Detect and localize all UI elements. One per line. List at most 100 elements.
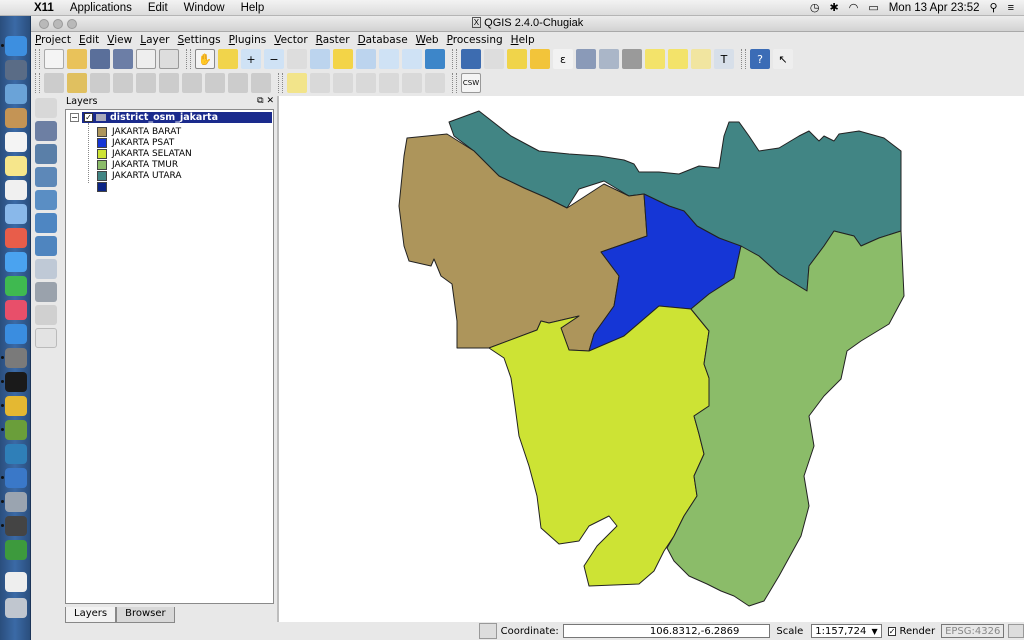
system-preferences-icon[interactable] bbox=[5, 348, 27, 368]
tab-browser[interactable]: Browser bbox=[116, 607, 175, 623]
map-canvas[interactable] bbox=[277, 96, 1024, 622]
identify-icon[interactable] bbox=[461, 49, 481, 69]
refresh-icon[interactable] bbox=[425, 49, 445, 69]
layer-labeling-icon[interactable] bbox=[287, 73, 307, 93]
menu-database[interactable]: Database bbox=[354, 34, 412, 46]
map-tips-icon[interactable] bbox=[645, 49, 665, 69]
add-feature-icon[interactable] bbox=[113, 73, 133, 93]
terminal-icon[interactable] bbox=[5, 372, 27, 392]
add-postgis-layer-icon[interactable] bbox=[35, 144, 57, 164]
quicktime-icon[interactable] bbox=[5, 444, 27, 464]
photos-icon[interactable] bbox=[5, 228, 27, 248]
tab-layers[interactable]: Layers bbox=[65, 607, 117, 623]
notes-icon[interactable] bbox=[5, 156, 27, 176]
toggle-extents-icon[interactable] bbox=[479, 623, 497, 639]
mac-menu-applications[interactable]: Applications bbox=[62, 2, 140, 14]
save-layer-edits-icon[interactable] bbox=[90, 73, 110, 93]
photo-booth-icon[interactable] bbox=[5, 204, 27, 224]
clock[interactable]: Mon 13 Apr 23:52 bbox=[889, 2, 980, 14]
documents-icon[interactable] bbox=[5, 572, 27, 592]
pan-map-icon[interactable]: ✋ bbox=[195, 49, 215, 69]
zoom-full-icon[interactable] bbox=[310, 49, 330, 69]
photo-app-icon[interactable] bbox=[5, 492, 27, 512]
zoom-next-icon[interactable] bbox=[402, 49, 422, 69]
x11-icon[interactable] bbox=[5, 516, 27, 536]
menu-edit[interactable]: Edit bbox=[75, 34, 103, 46]
facetime-icon[interactable] bbox=[5, 276, 27, 296]
mac-app-name[interactable]: X11 bbox=[26, 2, 62, 14]
close-panel-icon[interactable]: ✕ bbox=[266, 96, 274, 106]
trash-icon[interactable] bbox=[5, 598, 27, 618]
highlight-pinned-labels-icon[interactable] bbox=[333, 73, 353, 93]
add-wms-layer-icon[interactable] bbox=[35, 213, 57, 233]
run-feature-action-icon[interactable] bbox=[484, 49, 504, 69]
mac-menu-help[interactable]: Help bbox=[233, 2, 273, 14]
scale-combobox[interactable]: 1:157,724 ▼ bbox=[811, 624, 882, 638]
chevron-down-icon[interactable]: ▼ bbox=[871, 627, 877, 636]
field-calculator-icon[interactable] bbox=[599, 49, 619, 69]
bluetooth-icon[interactable]: ✱ bbox=[829, 1, 838, 14]
float-panel-icon[interactable]: ⧉ bbox=[257, 96, 263, 106]
app-store-icon[interactable] bbox=[5, 324, 27, 344]
layer-visibility-checkbox[interactable]: ✓ bbox=[84, 113, 93, 122]
add-wcs-layer-icon[interactable] bbox=[35, 236, 57, 256]
open-attribute-table-icon[interactable] bbox=[576, 49, 596, 69]
move-feature-icon[interactable] bbox=[136, 73, 156, 93]
menu-raster[interactable]: Raster bbox=[312, 34, 354, 46]
add-mssql-layer-icon[interactable] bbox=[35, 190, 57, 210]
cut-features-icon[interactable] bbox=[205, 73, 225, 93]
layer-tree[interactable]: − ✓ district_osm_jakarta JAKARTA BARAT J… bbox=[65, 109, 274, 604]
new-project-icon[interactable] bbox=[44, 49, 64, 69]
finder-icon[interactable] bbox=[5, 36, 27, 56]
pan-to-selection-icon[interactable] bbox=[218, 49, 238, 69]
menu-vector[interactable]: Vector bbox=[270, 34, 311, 46]
menu-help[interactable]: Help bbox=[507, 34, 539, 46]
save-as-icon[interactable] bbox=[113, 49, 133, 69]
launchpad-icon[interactable] bbox=[5, 60, 27, 80]
add-vector-layer-icon[interactable] bbox=[35, 98, 57, 118]
add-spatialite-layer-icon[interactable] bbox=[35, 167, 57, 187]
save-project-icon[interactable] bbox=[90, 49, 110, 69]
composer-manager-icon[interactable] bbox=[159, 49, 179, 69]
toggle-editing-icon[interactable] bbox=[67, 73, 87, 93]
paste-features-icon[interactable] bbox=[251, 73, 271, 93]
add-wfs-layer-icon[interactable] bbox=[35, 259, 57, 279]
menu-plugins[interactable]: Plugins bbox=[225, 34, 271, 46]
zoom-to-layer-icon[interactable] bbox=[356, 49, 376, 69]
new-bookmark-icon[interactable] bbox=[668, 49, 688, 69]
messages-icon[interactable] bbox=[5, 252, 27, 272]
change-label-icon[interactable] bbox=[402, 73, 422, 93]
mac-menu-window[interactable]: Window bbox=[176, 2, 233, 14]
calendar-icon[interactable] bbox=[5, 132, 27, 152]
messages-icon[interactable] bbox=[1008, 624, 1024, 638]
menu-web[interactable]: Web bbox=[412, 34, 443, 46]
open-project-icon[interactable] bbox=[67, 49, 87, 69]
itunes-icon[interactable] bbox=[5, 300, 27, 320]
whats-this-icon[interactable]: ↖ bbox=[773, 49, 793, 69]
show-bookmarks-icon[interactable] bbox=[691, 49, 711, 69]
csw-button[interactable]: CSW bbox=[461, 73, 481, 93]
select-features-icon[interactable] bbox=[507, 49, 527, 69]
text-annotation-icon[interactable]: T bbox=[714, 49, 734, 69]
current-edits-icon[interactable] bbox=[44, 73, 64, 93]
menu-settings[interactable]: Settings bbox=[174, 34, 225, 46]
zoom-to-selection-icon[interactable] bbox=[333, 49, 353, 69]
grass-icon[interactable] bbox=[5, 540, 27, 560]
print-composer-icon[interactable] bbox=[136, 49, 156, 69]
move-label-icon[interactable] bbox=[356, 73, 376, 93]
zoom-actual-size-icon[interactable] bbox=[287, 49, 307, 69]
zoom-in-icon[interactable]: + bbox=[241, 49, 261, 69]
reminders-icon[interactable] bbox=[5, 180, 27, 200]
xcode-icon[interactable] bbox=[5, 468, 27, 488]
mac-menu-edit[interactable]: Edit bbox=[140, 2, 176, 14]
menu-layer[interactable]: Layer bbox=[136, 34, 173, 46]
time-machine-icon[interactable]: ◷ bbox=[810, 1, 820, 14]
crs-status-button[interactable]: EPSG:4326 bbox=[941, 624, 1005, 638]
show-hide-labels-icon[interactable] bbox=[425, 73, 445, 93]
pin-labels-icon[interactable] bbox=[310, 73, 330, 93]
render-checkbox[interactable]: ✓ bbox=[887, 626, 897, 636]
notification-center-icon[interactable]: ≡ bbox=[1008, 2, 1014, 14]
coordinate-field[interactable]: 106.8312,-6.2869 bbox=[562, 624, 771, 638]
measure-line-icon[interactable] bbox=[622, 49, 642, 69]
remove-layer-icon[interactable] bbox=[35, 328, 57, 348]
